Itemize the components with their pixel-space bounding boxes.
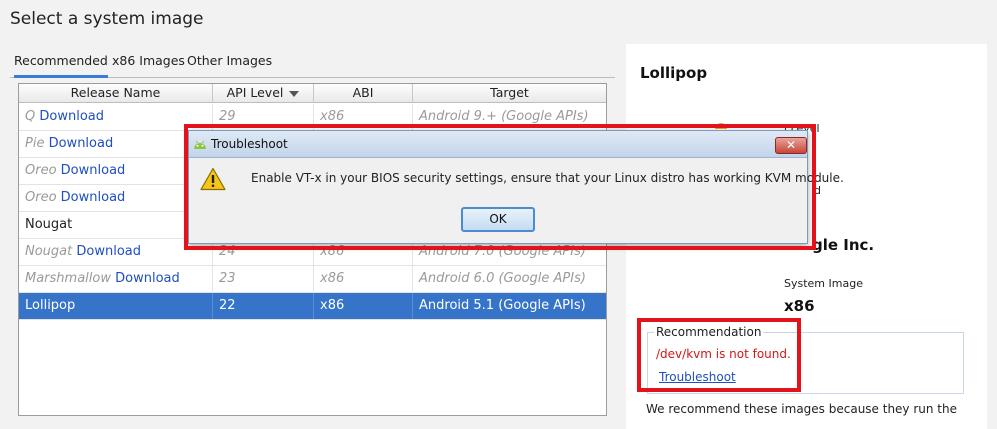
table-header: Release Name API Level ABI Target	[19, 84, 606, 103]
tab-other-images[interactable]: Other Images	[187, 52, 272, 78]
release-name-cell: Lollipop	[19, 293, 213, 319]
release-name: Nougat	[25, 244, 73, 259]
selected-image-title: Lollipop	[640, 64, 708, 82]
warning-icon	[200, 167, 226, 191]
android-logo-fragment-icon	[715, 123, 727, 129]
column-header-target[interactable]: Target	[413, 84, 606, 103]
vendor-value: gle Inc.	[812, 236, 875, 254]
api-level-cell: 23	[213, 266, 314, 292]
release-name-cell: Marshmallow Download	[19, 266, 213, 292]
sort-descending-icon	[289, 90, 300, 97]
abi-cell: x86	[314, 293, 413, 319]
page-title: Select a system image	[10, 9, 204, 29]
release-name: Oreo	[25, 163, 57, 178]
target-cell: Android 5.1 (Google APIs)	[419, 298, 586, 313]
release-name-cell: Oreo Download	[19, 158, 213, 184]
android-version-label-fragment: d	[814, 184, 821, 197]
release-name: Marshmallow	[25, 271, 111, 286]
release-name-cell: Pie Download	[19, 131, 213, 157]
target-cell: Android 9.+ (Google APIs)	[419, 109, 589, 124]
tab-x86-images[interactable]: x86 Images	[112, 52, 185, 78]
troubleshoot-link[interactable]: Troubleshoot	[659, 370, 736, 384]
dialog-titlebar[interactable]: Troubleshoot ✕	[189, 131, 807, 158]
close-icon: ✕	[785, 138, 797, 152]
download-link[interactable]: Download	[76, 244, 141, 259]
release-name-cell: Oreo Download	[19, 185, 213, 211]
download-link[interactable]: Download	[115, 271, 180, 286]
api-level-label: API Level	[226, 85, 284, 100]
dialog-title: Troubleshoot	[211, 137, 288, 151]
table-row-selected[interactable]: Lollipop 22 x86 Android 5.1 (Google APIs…	[19, 293, 606, 320]
release-name: Lollipop	[25, 298, 76, 313]
kvm-error-text: /dev/kvm is not found.	[656, 347, 791, 361]
release-name: Q	[25, 109, 36, 124]
target-cell: Android 6.0 (Google APIs)	[419, 271, 586, 286]
recommendation-box: Recommendation /dev/kvm is not found. Tr…	[647, 325, 964, 394]
ok-button[interactable]: OK	[461, 207, 535, 232]
close-button[interactable]: ✕	[775, 137, 807, 154]
column-header-release-name[interactable]: Release Name	[19, 84, 213, 103]
release-name-cell: Nougat Download	[19, 239, 213, 265]
table-row[interactable]: Q Download 29 x86 Android 9.+ (Google AP…	[19, 104, 606, 131]
download-link[interactable]: Download	[61, 163, 126, 178]
api-level-cell: 22	[213, 293, 314, 319]
release-name: Pie	[25, 136, 45, 151]
api-level-cell: 29	[213, 104, 314, 130]
dialog-message: Enable VT-x in your BIOS security settin…	[251, 171, 844, 185]
troubleshoot-dialog: Troubleshoot ✕ Enable VT-x in your BIOS …	[188, 130, 844, 244]
release-name-cell: Nougat	[19, 212, 213, 238]
release-name: Oreo	[25, 190, 57, 205]
release-name: Nougat	[25, 217, 73, 232]
image-tabs: Recommended x86 Images Other Images	[10, 52, 615, 78]
abi-cell: x86	[314, 266, 413, 292]
system-image-label: System Image	[784, 277, 863, 290]
download-link[interactable]: Download	[39, 109, 104, 124]
release-name-cell: Q Download	[19, 104, 213, 130]
table-row[interactable]: Marshmallow Download 23 x86 Android 6.0 …	[19, 266, 606, 293]
tab-recommended[interactable]: Recommended	[14, 52, 108, 78]
recommendation-legend: Recommendation	[654, 325, 764, 339]
recommendation-description: We recommend these images because they r…	[646, 402, 958, 416]
download-link[interactable]: Download	[49, 136, 114, 151]
android-robot-icon	[194, 140, 206, 149]
column-header-api-level[interactable]: API Level	[213, 84, 314, 103]
abi-cell: x86	[314, 104, 413, 130]
system-image-value: x86	[784, 297, 815, 315]
download-link[interactable]: Download	[61, 190, 126, 205]
column-header-abi[interactable]: ABI	[314, 84, 413, 103]
